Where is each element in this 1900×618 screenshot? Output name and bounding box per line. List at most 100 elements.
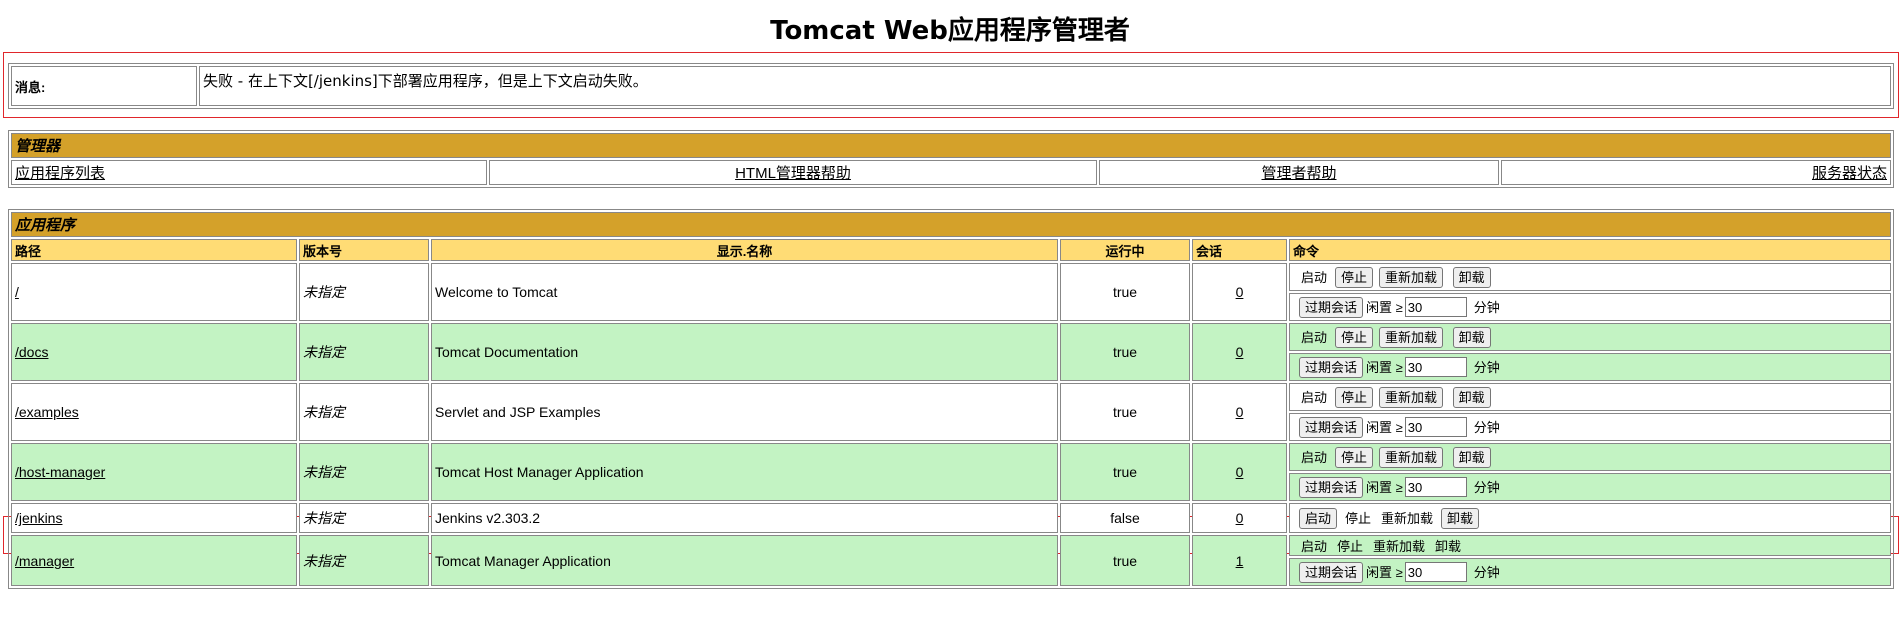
idle-minutes-input[interactable] [1404, 297, 1467, 317]
app-path-link[interactable]: /manager [15, 553, 74, 569]
command-cell: 启动 停止 重新加载 卸载 [1289, 383, 1891, 411]
expire-sessions-button[interactable]: 过期会话 [1299, 296, 1364, 318]
stop-button[interactable]: 停止 [1335, 326, 1374, 348]
running-cell: true [1060, 383, 1190, 441]
undeploy-label: 卸载 [1435, 539, 1462, 554]
column-header-version: 版本号 [299, 239, 429, 261]
column-header-sessions: 会话 [1192, 239, 1287, 261]
table-row: /host-manager 未指定 Tomcat Host Manager Ap… [11, 443, 1891, 501]
stop-label: 停止 [1345, 510, 1372, 526]
path-cell: /docs [11, 323, 297, 381]
path-cell: / [11, 263, 297, 321]
minutes-label: 分钟 [1473, 564, 1500, 580]
app-path-link[interactable]: /examples [15, 404, 79, 420]
idle-minutes-input[interactable] [1404, 417, 1467, 437]
sessions-link[interactable]: 0 [1236, 284, 1244, 300]
path-cell: /jenkins [11, 503, 297, 533]
list-applications-link[interactable]: 应用程序列表 [15, 165, 105, 182]
start-button[interactable]: 启动 [1299, 507, 1338, 529]
minutes-label: 分钟 [1473, 299, 1500, 315]
sessions-cell: 0 [1192, 323, 1287, 381]
running-cell: true [1060, 535, 1190, 586]
manager-link-cell-list: 应用程序列表 [11, 160, 487, 185]
running-cell: false [1060, 503, 1190, 533]
display-name-cell: Tomcat Host Manager Application [431, 443, 1058, 501]
sessions-cell: 0 [1192, 443, 1287, 501]
idle-label: 闲置 ≥ [1366, 359, 1403, 375]
reload-button[interactable]: 重新加载 [1379, 326, 1444, 348]
undeploy-button[interactable]: 卸载 [1452, 446, 1491, 468]
app-path-link[interactable]: /jenkins [15, 510, 62, 526]
expire-sessions-cell: 过期会话闲置 ≥ 分钟 [1289, 558, 1891, 586]
expire-sessions-cell: 过期会话闲置 ≥ 分钟 [1289, 473, 1891, 501]
app-path-link[interactable]: /docs [15, 344, 48, 360]
manager-help-link[interactable]: 管理者帮助 [1261, 165, 1336, 182]
display-name-cell: Tomcat Documentation [431, 323, 1058, 381]
reload-button[interactable]: 重新加载 [1379, 266, 1444, 288]
expire-sessions-button[interactable]: 过期会话 [1299, 416, 1364, 438]
command-cell: 启动 停止 重新加载 卸载 [1289, 443, 1891, 471]
manager-link-cell-manager-help: 管理者帮助 [1099, 160, 1499, 185]
version-cell: 未指定 [299, 443, 429, 501]
reload-button[interactable]: 重新加载 [1379, 446, 1444, 468]
applications-section-header: 应用程序 [11, 212, 1891, 237]
running-cell: true [1060, 443, 1190, 501]
sessions-link[interactable]: 0 [1236, 464, 1244, 480]
command-cell: 启动 停止 重新加载 卸载 [1289, 263, 1891, 291]
server-status-link[interactable]: 服务器状态 [1812, 165, 1887, 182]
expire-sessions-cell: 过期会话闲置 ≥ 分钟 [1289, 293, 1891, 321]
reload-button[interactable]: 重新加载 [1379, 386, 1444, 408]
message-label: 消息: [11, 66, 197, 106]
undeploy-button[interactable]: 卸载 [1452, 326, 1491, 348]
running-cell: true [1060, 323, 1190, 381]
idle-label: 闲置 ≥ [1366, 299, 1403, 315]
undeploy-button[interactable]: 卸载 [1452, 266, 1491, 288]
sessions-link[interactable]: 1 [1236, 553, 1244, 569]
app-path-link[interactable]: / [15, 284, 19, 300]
tomcat-manager-page: Tomcat Web应用程序管理者 消息: 失败 - 在上下文[/jenkins… [0, 0, 1900, 618]
stop-button[interactable]: 停止 [1335, 446, 1374, 468]
start-label: 启动 [1301, 449, 1328, 465]
app-path-link[interactable]: /host-manager [15, 464, 105, 480]
idle-label: 闲置 ≥ [1366, 564, 1403, 580]
expire-sessions-cell: 过期会话闲置 ≥ 分钟 [1289, 353, 1891, 381]
version-cell: 未指定 [299, 503, 429, 533]
html-manager-help-link[interactable]: HTML管理器帮助 [735, 165, 851, 182]
idle-minutes-input[interactable] [1404, 357, 1467, 377]
sessions-link[interactable]: 0 [1236, 344, 1244, 360]
path-cell: /host-manager [11, 443, 297, 501]
idle-minutes-input[interactable] [1404, 562, 1467, 582]
display-name-cell: Jenkins v2.303.2 [431, 503, 1058, 533]
display-name-cell: Servlet and JSP Examples [431, 383, 1058, 441]
start-label: 启动 [1301, 269, 1328, 285]
path-cell: /examples [11, 383, 297, 441]
start-label: 启动 [1301, 539, 1328, 554]
undeploy-button[interactable]: 卸载 [1452, 386, 1491, 408]
minutes-label: 分钟 [1473, 419, 1500, 435]
undeploy-button[interactable]: 卸载 [1441, 507, 1480, 529]
start-label: 启动 [1301, 389, 1328, 405]
stop-button[interactable]: 停止 [1335, 386, 1374, 408]
expire-sessions-button[interactable]: 过期会话 [1299, 476, 1364, 498]
idle-label: 闲置 ≥ [1366, 479, 1403, 495]
sessions-link[interactable]: 0 [1236, 404, 1244, 420]
start-label: 启动 [1301, 329, 1328, 345]
sessions-link[interactable]: 0 [1236, 510, 1244, 526]
column-header-running: 运行中 [1060, 239, 1190, 261]
display-name-cell: Welcome to Tomcat [431, 263, 1058, 321]
manager-link-cell-server-status: 服务器状态 [1501, 160, 1891, 185]
idle-minutes-input[interactable] [1404, 477, 1467, 497]
column-header-commands: 命令 [1289, 239, 1891, 261]
expire-sessions-button[interactable]: 过期会话 [1299, 356, 1364, 378]
version-cell: 未指定 [299, 383, 429, 441]
idle-label: 闲置 ≥ [1366, 419, 1403, 435]
command-cell: 启动 停止 重新加载 卸载 [1289, 503, 1891, 533]
expire-sessions-button[interactable]: 过期会话 [1299, 561, 1364, 583]
table-row: /docs 未指定 Tomcat Documentation true 0 启动… [11, 323, 1891, 381]
command-cell: 启动 停止 重新加载 卸载 [1289, 323, 1891, 351]
expire-sessions-cell: 过期会话闲置 ≥ 分钟 [1289, 413, 1891, 441]
stop-button[interactable]: 停止 [1335, 266, 1374, 288]
stop-label: 停止 [1337, 539, 1364, 554]
table-row: /manager 未指定 Tomcat Manager Application … [11, 535, 1891, 586]
column-header-display-name: 显示.名称 [431, 239, 1058, 261]
